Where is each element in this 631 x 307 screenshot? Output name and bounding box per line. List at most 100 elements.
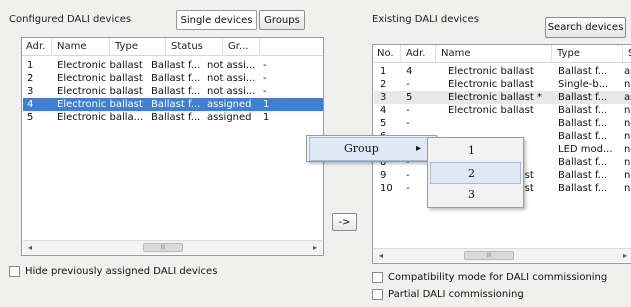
cell-type: Ballast f...: [558, 118, 608, 129]
submenu-item-label: 3: [468, 188, 475, 201]
group-submenu: 1 2 3: [427, 137, 524, 208]
configured-devices-title: Configured DALI devices: [9, 14, 132, 25]
tab-single-devices[interactable]: Single devices: [176, 10, 257, 30]
cell-name: Electronic ballast: [57, 73, 143, 84]
cell-adr: -: [406, 118, 410, 129]
submenu-item-3[interactable]: 3: [430, 184, 521, 206]
submenu-item-1[interactable]: 1: [430, 140, 521, 162]
cell-type: Ballast f...: [151, 73, 201, 84]
table-row[interactable]: 4 - Electronic ballast Ballast f... nc: [374, 104, 631, 117]
configured-devices-list[interactable]: Adr. Name Type Status Gr... 1 Electronic…: [21, 37, 324, 256]
cell-status: nc: [624, 144, 631, 155]
cell-adr: 1: [27, 60, 34, 71]
table-row-selected[interactable]: 4 Electronic ballast Ballast f... assign…: [23, 98, 323, 111]
cell-status: nc: [624, 183, 631, 194]
cell-adr: 5: [27, 112, 34, 123]
cell-status: assigned: [207, 112, 252, 123]
col-adr[interactable]: Adr.: [22, 38, 52, 56]
cell-name: Electronic balla...: [57, 112, 144, 123]
table-row[interactable]: 3 Electronic ballast Ballast f... not as…: [23, 85, 322, 98]
table-header: No. Adr. Name Type St: [373, 45, 631, 63]
col-type[interactable]: Type: [553, 45, 623, 63]
table-row[interactable]: 5 - Ballast f... nc: [374, 117, 631, 130]
submenu-item-2[interactable]: 2: [430, 162, 521, 184]
cell-type: Ballast f...: [151, 86, 201, 97]
cell-adr: 2: [27, 73, 34, 84]
cell-name: Electronic ballast: [57, 99, 143, 110]
partial-commissioning-label: Partial DALI commissioning: [388, 289, 524, 300]
cell-no: 1: [380, 66, 387, 77]
col-no[interactable]: No.: [373, 45, 401, 63]
cell-name: Electronic ballast: [448, 66, 534, 77]
transfer-button[interactable]: ->: [332, 213, 357, 231]
cell-group: 1: [263, 112, 270, 123]
table-row[interactable]: 5 Electronic balla... Ballast f... assig…: [23, 111, 322, 124]
cell-status: as: [624, 92, 631, 103]
cell-no: 9: [380, 170, 387, 181]
cell-type: Ballast f...: [151, 112, 201, 123]
col-status[interactable]: St: [624, 45, 631, 63]
cell-type: Ballast f...: [558, 131, 608, 142]
cell-status: nc: [624, 131, 631, 142]
compat-mode-label: Compatibility mode for DALI commissionin…: [388, 272, 608, 283]
cell-group: -: [263, 60, 267, 71]
cell-status: nc: [624, 157, 631, 168]
scroll-left-icon[interactable]: ◂: [23, 241, 37, 254]
cell-adr: -: [406, 183, 410, 194]
checkbox-box[interactable]: [372, 289, 383, 300]
submenu-item-label: 1: [468, 144, 475, 157]
table-row[interactable]: 1 4 Electronic ballast Ballast f... as: [374, 65, 631, 78]
partial-commissioning-checkbox[interactable]: Partial DALI commissioning: [372, 289, 524, 300]
hide-assigned-checkbox[interactable]: Hide previously assigned DALI devices: [9, 266, 217, 277]
scroll-thumb[interactable]: III: [464, 251, 514, 260]
checkbox-box[interactable]: [9, 266, 20, 277]
table-row[interactable]: 2 - Electronic ballast Single-b... nc: [374, 78, 631, 91]
scroll-left-icon[interactable]: ◂: [374, 249, 388, 262]
menu-item-group-label: Group: [344, 142, 379, 155]
scroll-right-icon[interactable]: ▸: [618, 249, 631, 262]
cell-type: Ballast f...: [558, 183, 608, 194]
cell-status: assigned: [207, 99, 252, 110]
table-row[interactable]: 2 Electronic ballast Ballast f... not as…: [23, 72, 322, 85]
col-name[interactable]: Name: [53, 38, 110, 56]
horizontal-scrollbar[interactable]: ◂ III ▸: [23, 240, 322, 254]
cell-adr: 3: [27, 86, 34, 97]
cell-no: 5: [380, 118, 387, 129]
cell-name: Electronic ballast *: [448, 92, 542, 103]
cell-name: Electronic ballast: [448, 105, 534, 116]
existing-devices-title: Existing DALI devices: [372, 14, 479, 25]
cell-adr: -: [406, 105, 410, 116]
scroll-thumb[interactable]: III: [143, 243, 183, 252]
submenu-item-label: 2: [468, 167, 475, 180]
menu-item-group[interactable]: Group ▸: [309, 137, 434, 161]
compat-mode-checkbox[interactable]: Compatibility mode for DALI commissionin…: [372, 272, 607, 283]
cell-status: nc: [624, 105, 631, 116]
cell-status: as: [624, 66, 631, 77]
cell-type: Ballast f...: [558, 170, 608, 181]
cell-name: Electronic ballast: [57, 86, 143, 97]
cell-group: -: [263, 86, 267, 97]
cell-name: Electronic ballast: [57, 60, 143, 71]
checkbox-box[interactable]: [372, 272, 383, 283]
cell-type: Single-b...: [558, 79, 609, 90]
table-row-highlighted[interactable]: 3 5 Electronic ballast * Ballast f... as: [374, 91, 631, 104]
cell-status: nc: [624, 118, 631, 129]
scroll-right-icon[interactable]: ▸: [308, 241, 322, 254]
cell-no: 2: [380, 79, 387, 90]
col-type[interactable]: Type: [111, 38, 166, 56]
cell-name: [444, 117, 554, 130]
table-row[interactable]: 1 Electronic ballast Ballast f... not as…: [23, 59, 322, 72]
cell-status: nc: [624, 79, 631, 90]
tab-groups[interactable]: Groups: [259, 10, 305, 30]
col-adr[interactable]: Adr.: [402, 45, 436, 63]
cell-type: Ballast f...: [558, 105, 608, 116]
context-menu: Group ▸: [306, 135, 437, 162]
cell-status: nc: [624, 170, 631, 181]
col-name[interactable]: Name: [437, 45, 552, 63]
cell-status: not assi...: [207, 73, 256, 84]
search-devices-button[interactable]: Search devices: [545, 17, 626, 38]
col-status[interactable]: Status: [167, 38, 223, 56]
col-group[interactable]: Gr...: [224, 38, 260, 56]
horizontal-scrollbar[interactable]: ◂ III ▸: [374, 248, 631, 262]
table-header: Adr. Name Type Status Gr...: [22, 38, 323, 56]
